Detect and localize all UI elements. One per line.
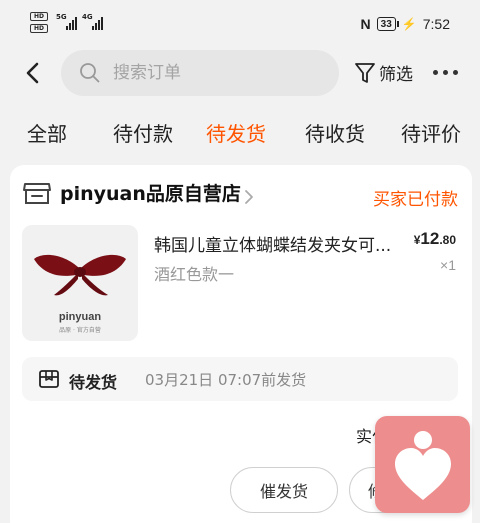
store-icon [23,182,51,204]
product-price: ¥12.80 [414,229,456,249]
hd-badge: HD [30,24,48,33]
price-cents: .80 [439,233,456,247]
filter-label: 筛选 [379,65,413,85]
more-options-button[interactable] [433,70,458,75]
more-dot [433,70,438,75]
filter-icon [355,62,375,83]
shop-name: pinyuan品原自营店 [60,183,241,205]
shipping-status-label: 待发货 [69,373,118,392]
shop-link[interactable]: pinyuan品原自营店 [22,179,241,206]
chevron-left-icon [26,62,39,84]
tab-pending-receipt[interactable]: 待收货 [305,118,365,147]
more-dot [443,70,448,75]
price-integer: 12 [420,229,440,248]
product-variant: 酒红色款一 [154,265,235,284]
filter-button[interactable]: 筛选 [354,60,413,85]
status-right: N 33 ⚡ 7:52 [361,16,450,32]
search-input[interactable] [113,60,313,86]
shipping-status-box: 待发货 03月21日 07:07前发货 [22,357,458,401]
order-tabs: 全部 待付款 待发货 待收货 待评价 [0,108,480,156]
clock: 7:52 [422,16,450,32]
chevron-right-icon [245,190,253,204]
signal-icon [66,16,77,30]
shipping-deadline: 03月21日 07:07前发货 [145,371,307,389]
product-title[interactable]: 韩国儿童立体蝴蝶结发夹女可... [154,231,404,256]
urge-shipment-button[interactable]: 催发货 [230,467,338,513]
signal-icon [92,16,103,30]
order-status: 买家已付款 [373,190,458,210]
bow-icon [34,254,126,296]
charging-icon: ⚡ [401,17,417,31]
floating-health-widget[interactable] [375,416,470,513]
product-image[interactable]: pinyuan 品原 · 官方自营 [22,225,138,341]
back-button[interactable] [20,58,46,88]
header: 筛选 [0,50,480,98]
package-icon [39,370,59,388]
status-bar: HD HD 5G 4G N 33 ⚡ 7:52 [0,0,480,50]
hd-badge: HD [30,12,48,21]
tab-pending-payment[interactable]: 待付款 [113,118,173,147]
tab-pending-shipment[interactable]: 待发货 [206,118,266,147]
tab-all[interactable]: 全部 [27,118,67,147]
product-image-brand: pinyuan [58,311,102,323]
search-icon [80,63,100,83]
battery-level: 33 [380,18,392,30]
heart-person-icon [395,431,451,500]
product-image-subtext: 品原 · 官方自营 [59,327,101,334]
battery-icon: 33 [376,17,399,31]
product-quantity: ×1 [440,257,456,273]
tab-pending-review[interactable]: 待评价 [401,118,461,147]
nfc-icon: N [360,16,371,32]
more-dot [453,70,458,75]
search-bar[interactable] [61,50,339,96]
hd-indicators: HD HD [30,12,48,36]
